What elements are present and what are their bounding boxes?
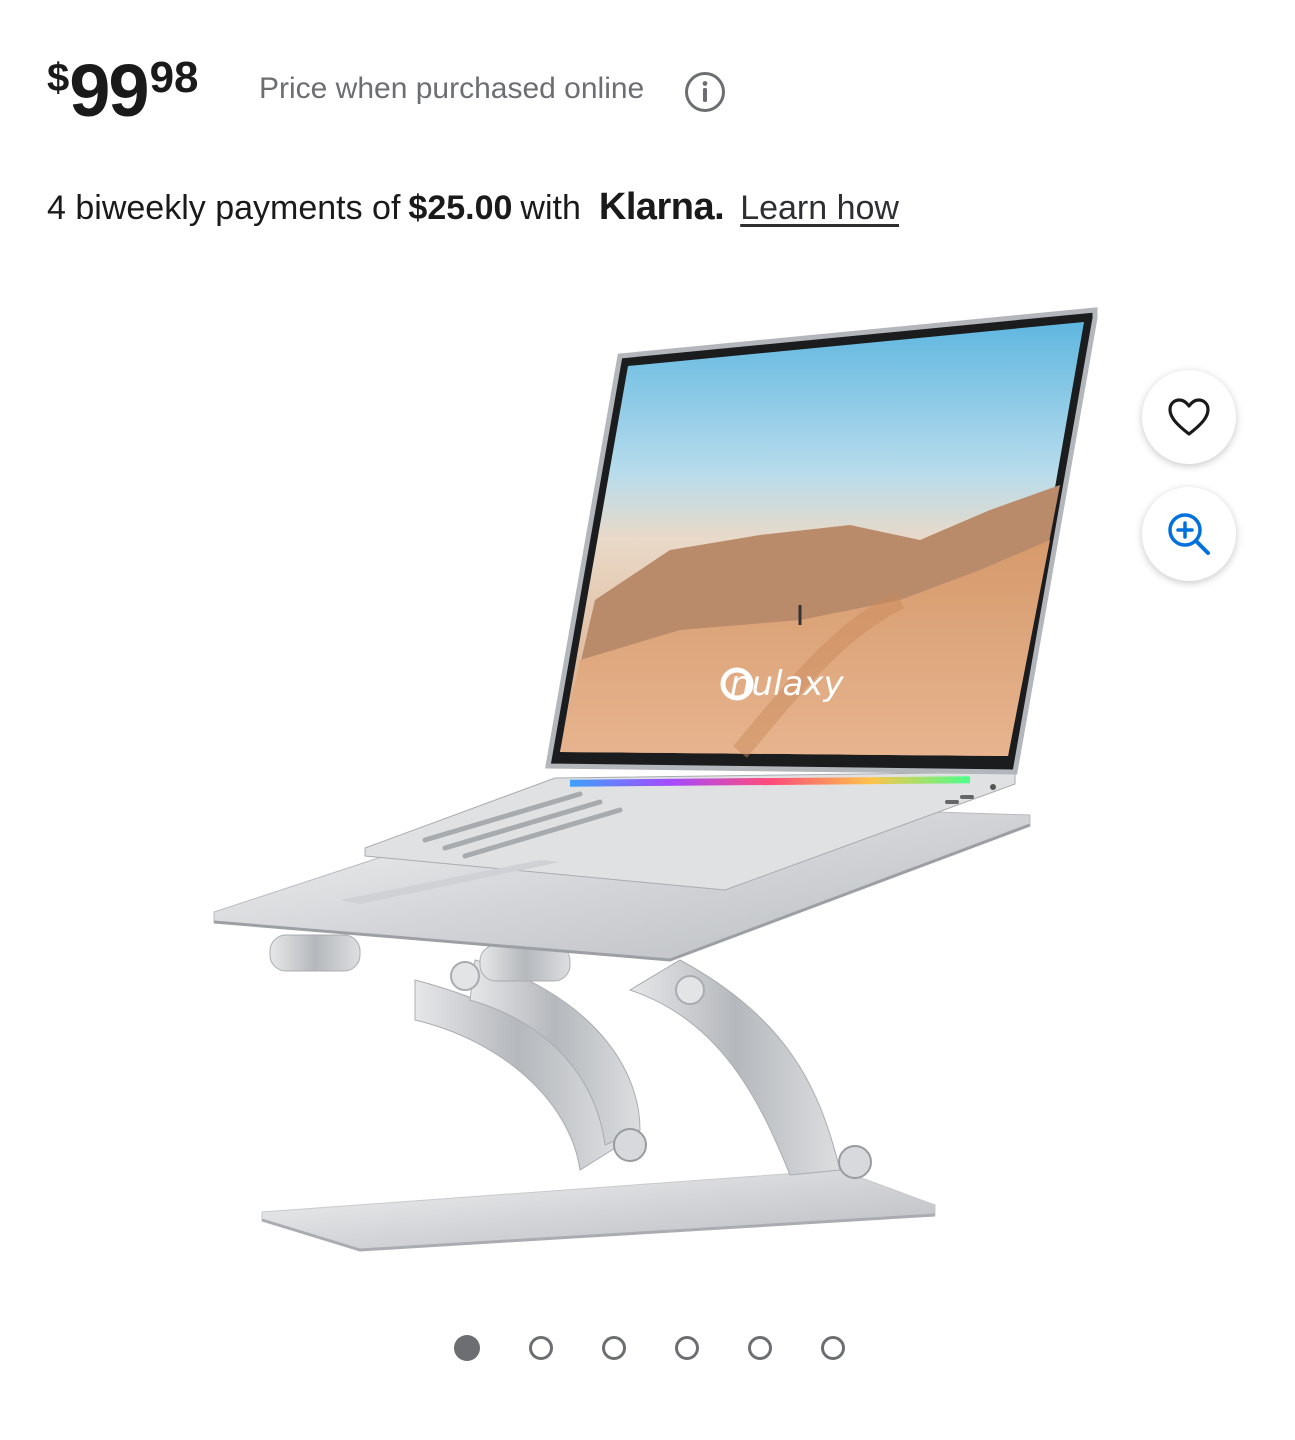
klarna-logo: Klarna. [598, 186, 725, 228]
heart-icon [1168, 398, 1210, 436]
learn-how-link[interactable]: Learn how [740, 189, 899, 228]
klarna-prefix: 4 biweekly payments of [47, 189, 401, 227]
screen-brand: nulaxy [730, 664, 845, 704]
klarna-with: with [520, 189, 581, 227]
price-cents: 98 [149, 53, 199, 102]
product-image[interactable]: nulaxy [200, 300, 1100, 1260]
carousel-dot-6[interactable] [821, 1336, 845, 1360]
price-note: Price when purchased online [259, 72, 645, 105]
info-icon[interactable] [684, 71, 726, 113]
carousel-dot-2[interactable] [529, 1336, 553, 1360]
klarna-amount: $25.00 [408, 189, 513, 227]
price: $ 99 98 [47, 50, 199, 128]
zoom-button[interactable] [1142, 487, 1236, 581]
zoom-in-icon [1168, 513, 1210, 555]
carousel-dot-4[interactable] [675, 1336, 699, 1360]
price-whole: 99 [69, 49, 149, 132]
carousel-dot-5[interactable] [748, 1336, 772, 1360]
carousel-dot-3[interactable] [602, 1336, 626, 1360]
klarna-installments: 4 biweekly payments of $25.00 with Klarn… [47, 186, 899, 229]
favorite-button[interactable] [1142, 370, 1236, 464]
carousel-dots [454, 1335, 845, 1361]
carousel-dot-1[interactable] [454, 1335, 480, 1361]
price-currency: $ [47, 56, 70, 100]
